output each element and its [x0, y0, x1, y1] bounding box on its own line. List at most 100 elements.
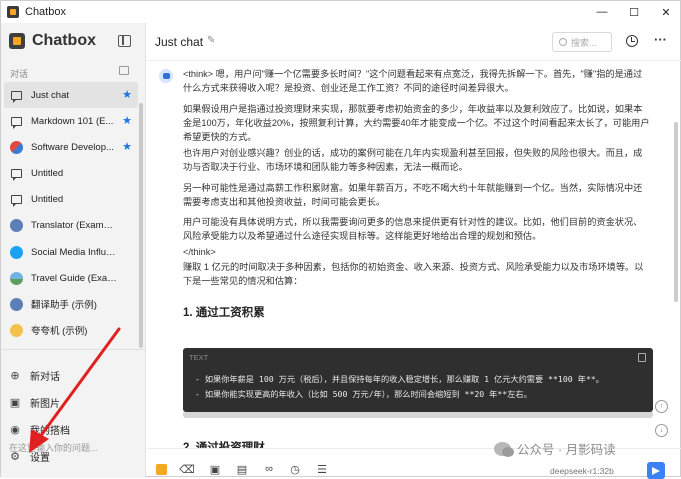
title-bar: Chatbox — ☐ ✕ [1, 1, 681, 23]
main-panel: Just chat ✎ 搜索... ··· <think> 嗯，用户问"赚一个亿… [147, 23, 681, 479]
scroll-up-icon[interactable]: ↑ [655, 400, 668, 413]
chatbox-logo-icon [9, 33, 25, 49]
watermark-text: 公众号 · 月影码读 [517, 443, 616, 457]
session-label: Social Media Influence... [31, 246, 117, 258]
chat-title: Just chat [155, 35, 204, 49]
settings-sliders-icon[interactable]: ☰ [316, 463, 328, 476]
message-paragraph: 用户可能没有具体说明方式，所以我需要询问更多的信息来提供更有针对性的建议。比如，… [183, 217, 643, 241]
brand: Chatbox [9, 32, 96, 50]
session-item[interactable]: Just chat ★ [4, 82, 138, 108]
new-image-label: 新图片 [30, 399, 60, 410]
session-label: 翻译助手 (示例) [31, 300, 97, 311]
session-item[interactable]: 翻译助手 (示例) [4, 291, 138, 317]
search-placeholder: 搜索... [571, 37, 597, 48]
session-label: Markdown 101 (E... [31, 115, 114, 127]
model-selector[interactable]: deepseek-r1:32b [550, 466, 614, 476]
chat-icon [9, 192, 23, 207]
session-label: Travel Guide (Example) [31, 272, 117, 284]
message-paragraph: 赚取 1 亿元的时间取决于多种因素，包括你的初始资金、收入来源、投资方式、风险承… [183, 262, 644, 286]
session-label: Translator (Example) [31, 219, 117, 231]
window-title: Chatbox [25, 6, 66, 18]
sidebar: Chatbox 对话 Just chat ★ Markdown 101 (E..… [1, 23, 146, 478]
session-label: Just chat [31, 89, 70, 101]
session-item[interactable]: Markdown 101 (E... ★ [4, 108, 138, 134]
session-label: Software Develop... [31, 141, 114, 153]
session-label: Untitled [31, 193, 64, 205]
praise-avatar-icon [9, 323, 23, 337]
star-icon[interactable]: ★ [122, 140, 132, 153]
plus-circle-icon: ⊕ [10, 370, 20, 382]
close-icon[interactable]: ✕ [650, 1, 681, 23]
session-item[interactable]: Untitled [4, 186, 138, 212]
session-item[interactable]: Untitled [4, 160, 138, 186]
message-paragraph: 也许用户对创业感兴趣？创业的话，成功的案例可能在几年内实现盈利甚至回报，但失败的… [183, 148, 643, 172]
brand-name: Chatbox [32, 32, 96, 49]
watermark: 公众号 · 月影码读 [494, 439, 616, 458]
code-block: TEXT - 如果你年薪是 100 万元（税后），并且保持每年的收入稳定增长，那… [183, 348, 653, 412]
archive-icon[interactable] [119, 66, 129, 75]
session-item[interactable]: 夸夸机 (示例) [4, 317, 138, 343]
maximize-icon[interactable]: ☐ [618, 1, 650, 23]
search-icon [559, 38, 567, 46]
section-heading: 1. 通过工资积累 [183, 307, 265, 319]
chat-header: Just chat ✎ 搜索... ··· [147, 23, 681, 61]
new-chat-button[interactable]: ⊕ 新对话 [9, 368, 60, 383]
wechat-icon [494, 441, 514, 457]
sidebar-collapse-icon[interactable] [118, 35, 131, 47]
app-icon [7, 6, 19, 18]
chatbox-icon[interactable] [155, 463, 167, 475]
code-scrollbar[interactable] [183, 412, 653, 418]
edit-pencil-icon[interactable]: ✎ [207, 35, 215, 46]
translator-avatar-icon [9, 297, 23, 311]
star-icon[interactable]: ★ [122, 88, 132, 101]
eraser-icon[interactable]: ⌫ [179, 463, 195, 476]
scroll-down-icon[interactable]: ↓ [655, 424, 668, 437]
send-button[interactable] [647, 462, 665, 479]
session-item[interactable]: Software Develop... ★ [4, 134, 138, 160]
travel-avatar-icon [9, 271, 23, 285]
chat-icon [9, 114, 23, 129]
message-paragraph: 另一种可能性是通过高薪工作积累财富。如果年薪百万，不吃不喝大约十年就能赚到一个亿… [183, 183, 643, 207]
new-image-button[interactable]: ▣ 新图片 [9, 395, 60, 410]
sidebar-divider [1, 349, 146, 350]
new-chat-label: 新对话 [30, 372, 60, 383]
code-line: - 如果你年薪是 100 万元（税后），并且保持每年的收入稳定增长，那么赚取 1… [195, 374, 604, 384]
section-label: 对话 [10, 69, 29, 79]
chat-icon [9, 166, 23, 181]
code-line: - 如果你能实现更高的年收入（比如 500 万元/年），那么时间会缩短到 **2… [195, 389, 532, 399]
session-item[interactable]: Social Media Influence... [4, 239, 138, 265]
session-label: 夸夸机 (示例) [31, 326, 88, 337]
chat-icon [9, 88, 23, 103]
session-label: Untitled [31, 167, 64, 179]
window-controls: — ☐ ✕ [586, 1, 681, 23]
assistant-avatar-icon [159, 69, 173, 83]
image-icon[interactable]: ▣ [209, 463, 221, 476]
robot-icon: ◉ [10, 424, 20, 436]
message-paragraph: 如果假设用户是指通过投资理财来实现，那就要考虑初始资金的多少，年收益率以及复利效… [183, 104, 650, 142]
session-item[interactable]: Translator (Example) [4, 212, 138, 238]
folder-icon[interactable]: ▤ [236, 463, 248, 476]
message-scrollbar[interactable] [674, 122, 678, 302]
copy-icon[interactable] [638, 353, 646, 362]
message-list: <think> 嗯，用户问"赚一个亿需要多长时间？"这个问题看起来有点宽泛，我得… [147, 62, 681, 448]
sidebar-scrollbar[interactable] [139, 103, 143, 348]
minimize-icon[interactable]: — [586, 1, 618, 23]
star-icon[interactable]: ★ [122, 114, 132, 127]
app-window: Chatbox — ☐ ✕ Chatbox 对话 Just chat ★ Mar… [0, 0, 681, 479]
my-partner-button[interactable]: ◉ 我的搭档 [9, 422, 70, 437]
search-input[interactable]: 搜索... [552, 32, 612, 52]
think-paragraph: <think> 嗯，用户问"赚一个亿需要多长时间？"这个问题看起来有点宽泛，我得… [183, 69, 643, 93]
developer-avatar-icon [9, 140, 23, 154]
session-item[interactable]: Travel Guide (Example) [4, 265, 138, 291]
code-language-tag: TEXT [189, 353, 209, 362]
think-close-tag: </think> [183, 247, 216, 257]
history-icon[interactable] [626, 35, 638, 47]
link-icon[interactable]: ∞ [263, 463, 275, 475]
message-input[interactable]: 在这里输入你的问题... [9, 441, 98, 454]
section-heading: 2. 通过投资理财 [183, 442, 265, 448]
my-partner-label: 我的搭档 [30, 426, 70, 437]
translator-avatar-icon [9, 218, 23, 232]
image-icon: ▣ [9, 397, 21, 409]
more-options-icon[interactable]: ··· [654, 32, 667, 47]
globe-icon[interactable]: ◷ [289, 463, 301, 476]
